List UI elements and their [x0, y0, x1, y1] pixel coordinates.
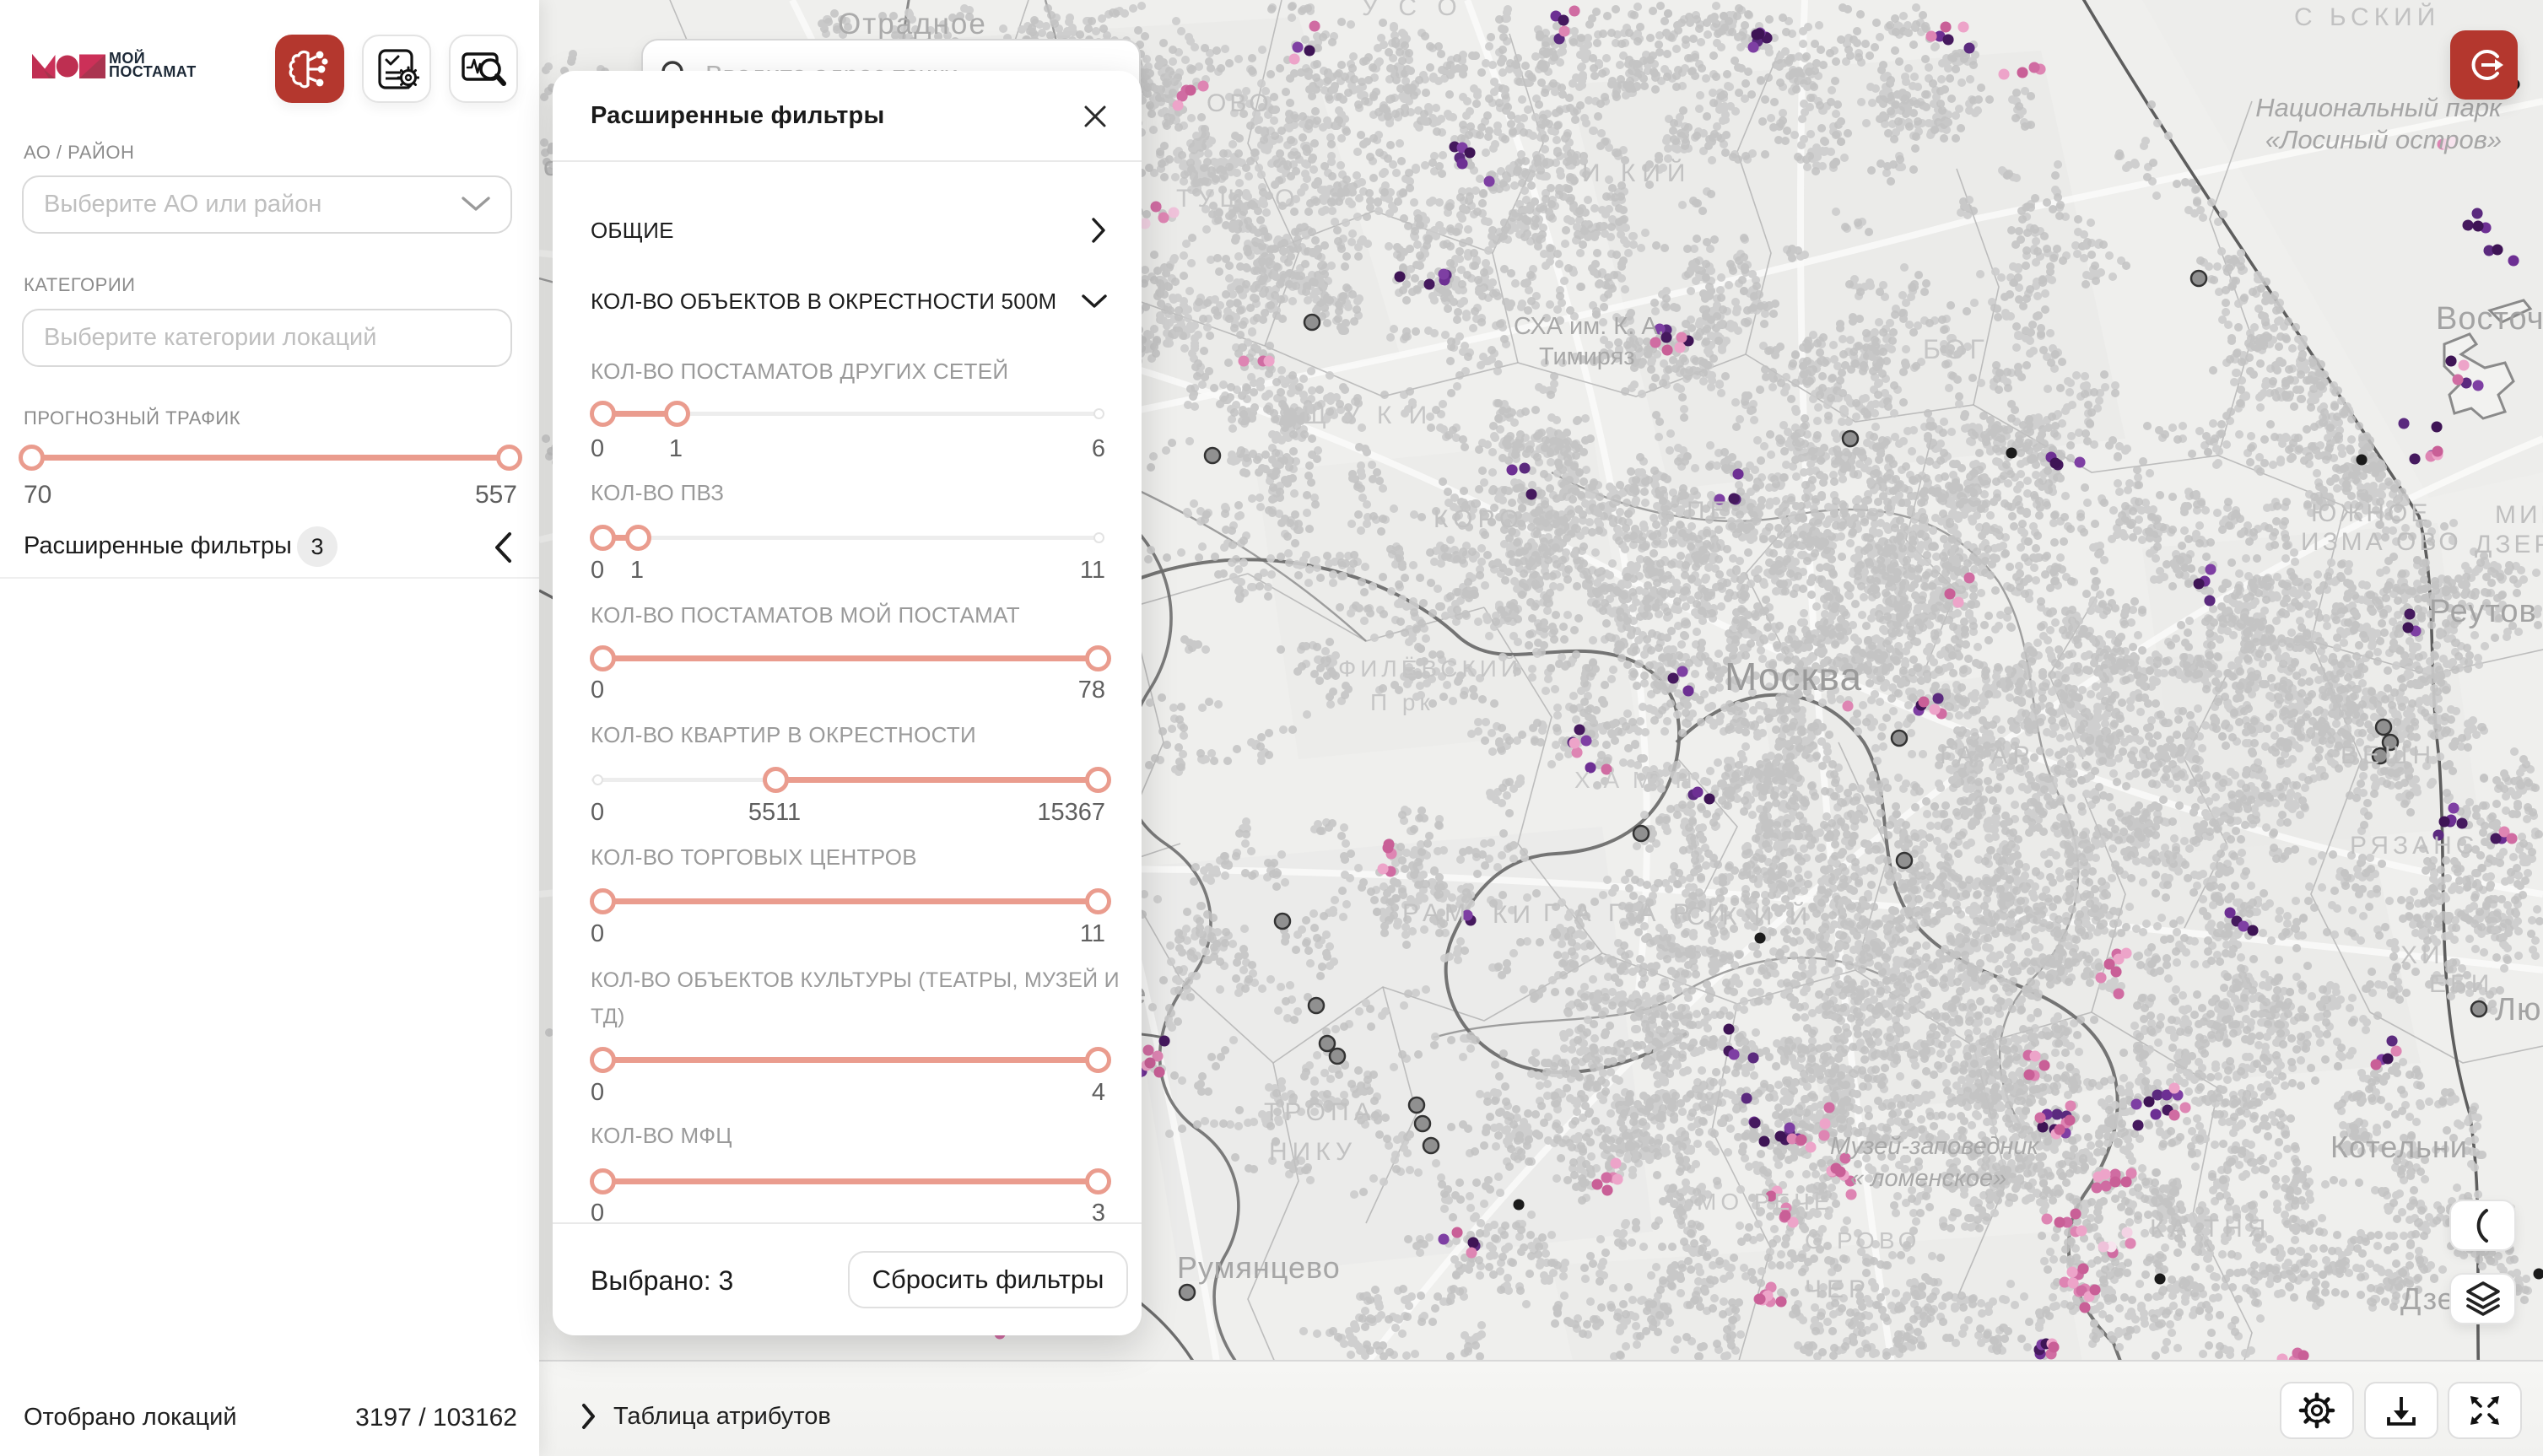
svg-text:Восточный: Восточный [2436, 301, 2543, 337]
svg-text:Котельни: Котельни [2330, 1130, 2468, 1164]
svg-text:Тимиряз: Тимиряз [1539, 343, 1635, 370]
svg-text:РАМ: РАМ [1402, 899, 1471, 927]
svg-text:С К И Й: С К И Й [1687, 902, 1812, 930]
svg-text:РЯЗАНС: РЯЗАНС [2350, 832, 2478, 860]
svg-text:СХА им. К. А.: СХА им. К. А. [1514, 313, 1665, 340]
svg-text:ЮЖНОЕ: ЮЖНОЕ [2311, 499, 2431, 527]
svg-text:ОВО: ОВО [1207, 89, 1272, 117]
svg-text:ПЕ: ПЕ [1687, 497, 1732, 525]
svg-text:С РОВО: С РОВО [1805, 1227, 1920, 1254]
svg-text:ХИ: ХИ [2400, 941, 2444, 969]
svg-text:КА ТНЯ: КА ТНЯ [2150, 1215, 2270, 1243]
svg-text:« ломенское»: « ломенское» [1850, 1165, 2006, 1192]
svg-text:П рк: П рк [1370, 689, 1434, 715]
svg-text:Москва: Москва [1725, 655, 1862, 698]
svg-text:ДЗЕР: ДЗЕР [2475, 531, 2543, 558]
svg-text:Реутов: Реутов [2429, 594, 2537, 629]
svg-text:ФИЛЁВСКИЙ: ФИЛЁВСКИЙ [1338, 655, 1522, 682]
svg-text:БОГ: БОГ [1923, 334, 1989, 364]
svg-text:КОРО: КОРО [1433, 505, 1524, 533]
svg-text:ИЗМА ОВО: ИЗМА ОВО [2301, 528, 2462, 556]
svg-text:Щ У К И: Щ У К И [1303, 402, 1432, 429]
svg-text:С ЬСКИЙ: С ЬСКИЙ [2294, 3, 2440, 31]
svg-text:Музей-заповедник: Музей-заповедник [1830, 1133, 2040, 1160]
svg-text:КИ: КИ [1493, 901, 1536, 929]
svg-text:И КИЙ: И КИЙ [1582, 159, 1693, 187]
svg-text:«Лосиный остров»: «Лосиный остров» [2265, 125, 2502, 154]
svg-text:МИК: МИК [2495, 501, 2543, 529]
svg-text:ЧЕР: ЧЕР [1805, 1275, 1871, 1303]
svg-text:Х А М: Х А М [1574, 767, 1655, 793]
svg-text:ТРОПА: ТРОПА [1264, 1098, 1376, 1126]
svg-text:В Н: В Н [1646, 767, 1696, 793]
svg-text:МО РЕЧЕ: МО РЕЧЕ [1697, 1189, 1834, 1215]
svg-text:У С О: У С О [1362, 0, 1464, 21]
svg-text:ГА АР: ГА АР [1940, 741, 2035, 769]
svg-text:Отрадное: Отрадное [838, 8, 987, 40]
svg-text:ЕБИ: ЕБИ [2429, 970, 2493, 998]
svg-text:Лю: Лю [2495, 992, 2541, 1027]
svg-text:НИКУ: НИКУ [1269, 1138, 1357, 1166]
svg-text:ВЕШН: ВЕШН [2341, 741, 2436, 769]
svg-text:ТУШ: ТУШ [1176, 185, 1249, 213]
svg-text:Румянцево: Румянцево [1177, 1250, 1341, 1285]
svg-text:О: О [1275, 185, 1300, 213]
